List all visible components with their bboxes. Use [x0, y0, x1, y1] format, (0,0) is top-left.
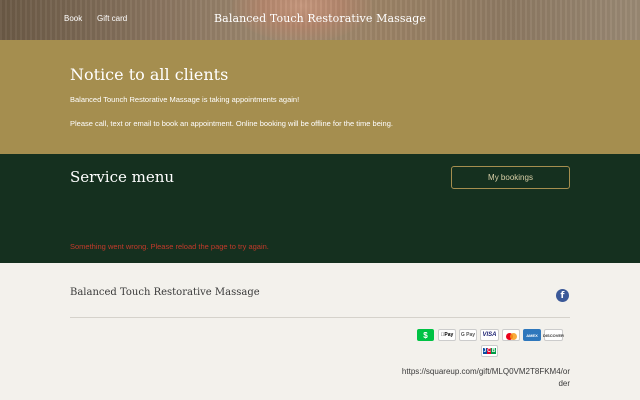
amex-icon: AMEX [523, 329, 541, 341]
service-menu-title: Service menu [70, 168, 175, 186]
visa-icon: VISA [480, 329, 499, 341]
site-title[interactable]: Balanced Touch Restorative Massage [0, 12, 640, 25]
facebook-icon[interactable]: f [556, 289, 569, 302]
my-bookings-button[interactable]: My bookings [451, 166, 570, 189]
apple-pay-icon: Pay [438, 329, 456, 341]
notice-text-line: Please call, text or email to book an ap… [70, 119, 393, 128]
notice-section: Notice to all clients Balanced Tounch Re… [0, 40, 640, 154]
mastercard-icon [502, 329, 520, 341]
notice-title: Notice to all clients [70, 65, 229, 84]
jcb-icon: JCB [481, 345, 498, 357]
cash-app-icon: $ [417, 329, 434, 341]
footer-divider [70, 317, 570, 318]
error-message: Something went wrong. Please reload the … [70, 242, 269, 251]
site-footer: Balanced Touch Restorative Massage f $ … [0, 263, 640, 400]
site-header: Book Gift card Balanced Touch Restorativ… [0, 0, 640, 40]
footer-site-title: Balanced Touch Restorative Massage [70, 287, 260, 298]
gift-card-url-link[interactable]: https://squareup.com/gift/MLQ0VM2T8FKM4/… [400, 366, 570, 390]
discover-icon: DISCOVER [543, 329, 564, 341]
google-pay-icon: G Pay [459, 329, 477, 341]
notice-text-line: Balanced Tounch Restorative Massage is t… [70, 95, 300, 104]
service-menu-section: Service menu My bookings Something went … [0, 154, 640, 263]
